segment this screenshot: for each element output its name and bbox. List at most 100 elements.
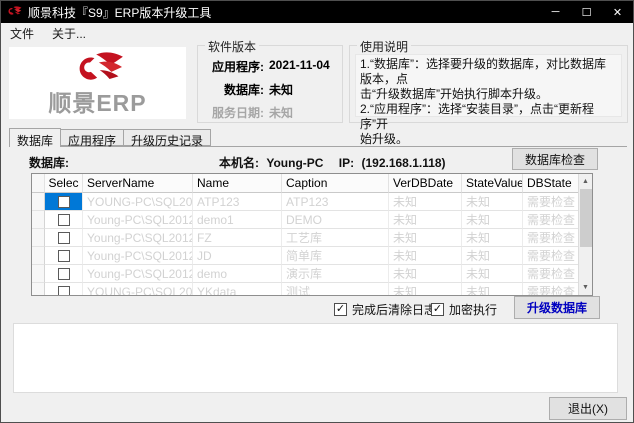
- cell-dbstate: 需要检查: [523, 247, 580, 265]
- title-bar: 顺景科技『S9』ERP版本升级工具 ─ ☐ ✕: [1, 1, 633, 23]
- grid-header-select[interactable]: Selec: [45, 174, 83, 193]
- service-date-value: 未知: [269, 104, 293, 121]
- scrollbar-thumb[interactable]: [580, 189, 592, 247]
- instructions-groupbox: 使用说明 1.“数据库”：选择要升级的数据库，对比数据库版本，点 击“升级数据库…: [349, 45, 628, 123]
- database-grid: Selec ServerName Name Caption VerDBDate …: [31, 173, 593, 296]
- exit-button[interactable]: 退出(X): [549, 397, 627, 420]
- row-selector-cell[interactable]: [32, 229, 45, 247]
- ip-value: (192.168.1.118): [361, 156, 445, 170]
- db-version-label: 数据库:: [198, 81, 264, 98]
- clear-log-label: 完成后清除日志: [352, 301, 436, 318]
- app-version-value: 2021-11-04: [269, 58, 330, 75]
- table-row[interactable]: Young-PC\SQL2012 demo 演示库 未知 未知 需要检查: [32, 265, 580, 283]
- cell-verdbdate: 未知: [389, 229, 462, 247]
- cell-servername: Young-PC\SQL2012: [83, 229, 193, 247]
- row-select-checkbox[interactable]: [58, 214, 70, 226]
- cell-caption: DEMO: [282, 211, 389, 229]
- upgrade-database-button[interactable]: 升级数据库: [514, 296, 600, 319]
- cell-name: FZ: [193, 229, 282, 247]
- instruction-line: 击“升级数据库”开始执行脚本升级。: [360, 87, 617, 102]
- encrypt-label: 加密执行: [449, 301, 497, 318]
- cell-statevalue: 未知: [462, 247, 523, 265]
- window-controls: ─ ☐ ✕: [540, 1, 633, 23]
- row-select-checkbox[interactable]: [58, 196, 70, 208]
- service-date-row: 服务日期: 未知: [198, 104, 342, 121]
- row-select-cell[interactable]: [45, 193, 83, 211]
- host-info: 本机名: Young-PC IP: (192.168.1.118): [219, 154, 450, 171]
- instructions-title: 使用说明: [357, 38, 411, 55]
- cell-servername: YOUNG-PC\SQL2012: [83, 193, 193, 211]
- table-row[interactable]: YOUNG-PC\SQL2012 YKdata 测试 未知 未知 需要检查: [32, 283, 580, 296]
- row-selector-cell[interactable]: [32, 193, 45, 211]
- instructions-text: 1.“数据库”：选择要升级的数据库，对比数据库版本，点 击“升级数据库”开始执行…: [355, 54, 622, 117]
- grid-header-servername[interactable]: ServerName: [83, 174, 193, 193]
- cell-dbstate: 需要检查: [523, 265, 580, 283]
- database-label: 数据库:: [29, 154, 69, 171]
- table-row[interactable]: Young-PC\SQL2012 FZ 工艺库 未知 未知 需要检查: [32, 229, 580, 247]
- row-selector-cell[interactable]: [32, 247, 45, 265]
- row-select-cell[interactable]: [45, 247, 83, 265]
- encrypt-option[interactable]: ✓ 加密执行: [431, 301, 497, 318]
- cell-name: demo1: [193, 211, 282, 229]
- cell-dbstate: 需要检查: [523, 193, 580, 211]
- cell-name: ATP123: [193, 193, 282, 211]
- db-version-value: 未知: [269, 81, 293, 98]
- tab-database[interactable]: 数据库: [9, 128, 61, 147]
- close-icon[interactable]: ✕: [602, 1, 633, 23]
- row-selector-cell[interactable]: [32, 265, 45, 283]
- row-selector-cell[interactable]: [32, 283, 45, 296]
- row-select-checkbox[interactable]: [58, 232, 70, 244]
- host-name-value: Young-PC: [266, 156, 323, 170]
- cell-dbstate: 需要检查: [523, 211, 580, 229]
- app-window: 顺景科技『S9』ERP版本升级工具 ─ ☐ ✕ 文件 关于... 顺景ERP 软…: [0, 0, 634, 423]
- cell-statevalue: 未知: [462, 211, 523, 229]
- clear-log-option[interactable]: ✓ 完成后清除日志: [334, 301, 436, 318]
- row-select-cell[interactable]: [45, 283, 83, 296]
- db-version-row: 数据库: 未知: [198, 81, 342, 98]
- table-row[interactable]: Young-PC\SQL2012 demo1 DEMO 未知 未知 需要检查: [32, 211, 580, 229]
- grid-vscrollbar[interactable]: ▲ ▼: [578, 174, 592, 295]
- grid-header-dbstate[interactable]: DBState: [523, 174, 580, 193]
- cell-verdbdate: 未知: [389, 247, 462, 265]
- grid-header-verdbdate[interactable]: VerDBDate: [389, 174, 462, 193]
- grid-header-caption[interactable]: Caption: [282, 174, 389, 193]
- software-version-groupbox: 软件版本 应用程序: 2021-11-04 数据库: 未知 服务日期: 未知: [197, 45, 343, 123]
- tab-upgrade-history[interactable]: 升级历史记录: [124, 129, 211, 146]
- table-row[interactable]: Young-PC\SQL2012 JD 简单库 未知 未知 需要检查: [32, 247, 580, 265]
- table-row[interactable]: YOUNG-PC\SQL2012 ATP123 ATP123 未知 未知 需要检…: [32, 193, 580, 211]
- menu-about[interactable]: 关于...: [43, 23, 95, 44]
- instruction-line: 始升级。: [360, 132, 617, 147]
- cell-verdbdate: 未知: [389, 211, 462, 229]
- service-date-label: 服务日期:: [198, 104, 264, 121]
- instruction-line: 2.“应用程序”：选择“安装目录”，点击“更新程序”开: [360, 102, 617, 132]
- grid-header-statevalue[interactable]: StateValue: [462, 174, 523, 193]
- erp-logo-icon: [67, 51, 129, 91]
- row-select-cell[interactable]: [45, 265, 83, 283]
- row-select-cell[interactable]: [45, 229, 83, 247]
- grid-header-name[interactable]: Name: [193, 174, 282, 193]
- minimize-icon[interactable]: ─: [540, 1, 571, 23]
- row-select-cell[interactable]: [45, 211, 83, 229]
- scroll-up-icon[interactable]: ▲: [579, 174, 592, 189]
- app-version-row: 应用程序: 2021-11-04: [198, 58, 342, 75]
- database-check-button[interactable]: 数据库检查: [512, 148, 598, 170]
- version-box-title: 软件版本: [205, 38, 259, 55]
- clear-log-checkbox[interactable]: ✓: [334, 303, 347, 316]
- row-selector-cell[interactable]: [32, 211, 45, 229]
- maximize-icon[interactable]: ☐: [571, 1, 602, 23]
- instruction-line: 1.“数据库”：选择要升级的数据库，对比数据库版本，点: [360, 57, 617, 87]
- row-select-checkbox[interactable]: [58, 250, 70, 262]
- cell-statevalue: 未知: [462, 229, 523, 247]
- row-select-checkbox[interactable]: [58, 286, 70, 297]
- cell-caption: 工艺库: [282, 229, 389, 247]
- menu-file[interactable]: 文件: [1, 23, 43, 44]
- encrypt-checkbox[interactable]: ✓: [431, 303, 444, 316]
- scroll-down-icon[interactable]: ▼: [579, 280, 592, 295]
- row-select-checkbox[interactable]: [58, 268, 70, 280]
- cell-statevalue: 未知: [462, 193, 523, 211]
- cell-caption: 简单库: [282, 247, 389, 265]
- tab-application[interactable]: 应用程序: [61, 129, 124, 146]
- window-title: 顺景科技『S9』ERP版本升级工具: [28, 4, 211, 21]
- logo-panel: 顺景ERP: [9, 47, 186, 119]
- app-logo-icon: [6, 4, 22, 20]
